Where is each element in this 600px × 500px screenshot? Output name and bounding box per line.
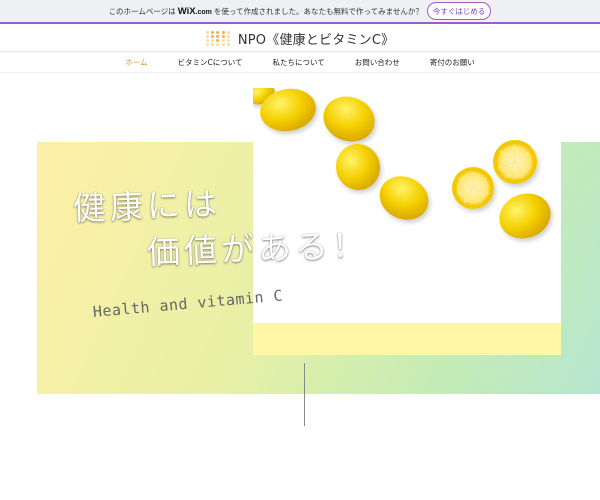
banner-suffix-text: を使って作成されました。あなたも無料で作ってみませんか？ xyxy=(213,6,423,16)
hero-heading: 健康には 価値がある！ xyxy=(72,184,393,272)
photo-yellow-panel xyxy=(253,323,561,355)
start-now-button[interactable]: 今すぐはじめる xyxy=(426,2,492,20)
nav-item-vitamin-c[interactable]: ビタミンCについて xyxy=(162,57,257,68)
banner-prefix-text: このホームページは xyxy=(108,6,176,16)
nav-item-about-us[interactable]: 私たちについて xyxy=(258,57,340,68)
nav-item-contact[interactable]: お問い合わせ xyxy=(340,57,415,68)
main-nav: ホーム ビタミンCについて 私たちについて お問い合わせ 寄付のお願い xyxy=(0,52,600,72)
nav-item-donate[interactable]: 寄付のお願い xyxy=(415,57,490,68)
nav-item-home[interactable]: ホーム xyxy=(110,57,162,68)
site-title[interactable]: NPO《健康とビタミンC》 xyxy=(238,29,394,48)
wix-logo[interactable]: WiX.com xyxy=(178,6,212,17)
dot-grid-icon xyxy=(205,30,231,47)
wix-logo-text: WiX xyxy=(177,5,196,17)
site-header: NPO《健康とビタミンC》 xyxy=(0,26,600,51)
hero-heading-line2: 価値がある！ xyxy=(146,225,370,272)
scroll-indicator-line xyxy=(304,363,305,426)
wix-logo-suffix: .com xyxy=(195,8,212,16)
nav-divider xyxy=(0,72,600,73)
wix-promo-banner: このホームページは WiX.com を使って作成されました。あなたも無料で作って… xyxy=(0,0,600,24)
